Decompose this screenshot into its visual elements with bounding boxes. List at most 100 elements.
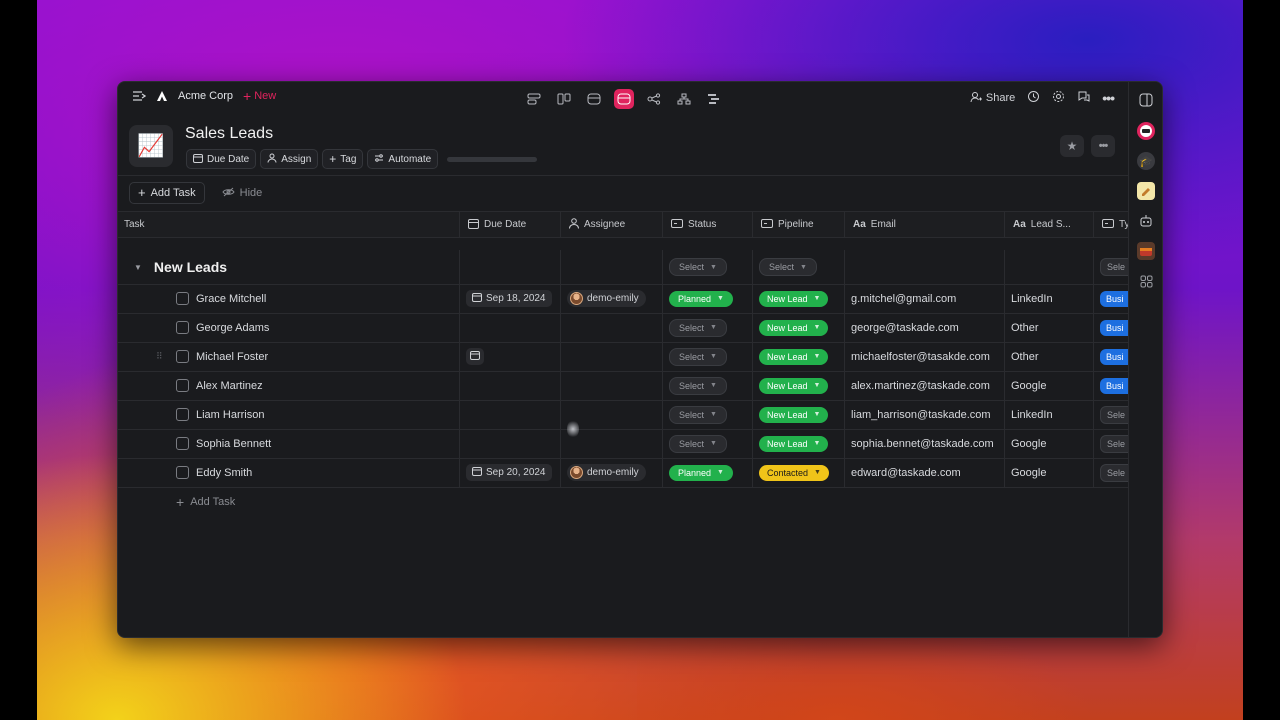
lead-source-cell[interactable]: Google bbox=[1004, 429, 1093, 458]
status-select[interactable]: Select ▼ bbox=[669, 376, 727, 395]
drag-handle-icon[interactable]: ⠿ bbox=[156, 351, 163, 362]
column-header-pipeline[interactable]: Pipeline bbox=[752, 212, 844, 237]
assignee-cell[interactable]: demo-emily bbox=[560, 458, 662, 487]
task-cell[interactable]: Grace Mitchell bbox=[118, 284, 459, 313]
new-button[interactable]: + New bbox=[243, 89, 276, 103]
ai-agent-avatar-icon[interactable] bbox=[1137, 122, 1155, 140]
type-select[interactable]: Sele bbox=[1100, 405, 1128, 424]
status-select[interactable]: Planned ▼ bbox=[669, 464, 733, 481]
panel-toggle-icon[interactable] bbox=[1137, 91, 1155, 109]
assignee-cell[interactable] bbox=[560, 342, 662, 371]
due-date-cell[interactable]: Sep 20, 2024 bbox=[459, 458, 560, 487]
column-header-task[interactable]: Task bbox=[118, 212, 459, 237]
table-row[interactable]: Eddy Smith Sep 20, 2024 demo-emily Planned ▼… bbox=[118, 458, 1128, 488]
task-name[interactable]: Michael Foster bbox=[196, 351, 268, 363]
status-select[interactable]: Select ▼ bbox=[669, 434, 727, 453]
pipeline-select[interactable]: New Lead ▼ bbox=[759, 435, 829, 452]
task-checkbox[interactable] bbox=[176, 466, 189, 479]
task-checkbox[interactable] bbox=[176, 292, 189, 305]
task-cell[interactable]: Eddy Smith bbox=[118, 458, 459, 487]
pipeline-select[interactable]: New Lead ▼ bbox=[759, 319, 829, 336]
type-cell[interactable]: Sele bbox=[1093, 400, 1128, 429]
task-name[interactable]: Eddy Smith bbox=[196, 467, 252, 479]
pipeline-cell[interactable]: New Lead ▼ bbox=[752, 400, 844, 429]
task-checkbox[interactable] bbox=[176, 437, 189, 450]
type-select[interactable]: Busi bbox=[1100, 290, 1128, 307]
column-header-status[interactable]: Status bbox=[662, 212, 752, 237]
type-cell[interactable]: Sele bbox=[1093, 429, 1128, 458]
mindmap-view-icon[interactable] bbox=[644, 89, 664, 109]
due-date-cell[interactable] bbox=[459, 429, 560, 458]
pipeline-select[interactable]: New Lead ▼ bbox=[759, 290, 829, 307]
column-header-type[interactable]: Ty bbox=[1093, 212, 1130, 237]
workspace-name[interactable]: Acme Corp bbox=[178, 90, 233, 102]
task-checkbox[interactable] bbox=[176, 350, 189, 363]
table-row[interactable]: ⠿ Michael Foster Select ▼ New Lead ▼ michaelfo… bbox=[118, 342, 1128, 372]
lead-source-cell[interactable]: Google bbox=[1004, 371, 1093, 400]
task-checkbox[interactable] bbox=[176, 379, 189, 392]
comments-icon[interactable] bbox=[1077, 90, 1090, 106]
settings-gear-icon[interactable] bbox=[1052, 90, 1065, 106]
project-more-icon[interactable]: ••• bbox=[1091, 135, 1115, 157]
column-header-assignee[interactable]: Assignee bbox=[560, 212, 662, 237]
pipeline-cell[interactable]: New Lead ▼ bbox=[752, 342, 844, 371]
status-select[interactable]: Planned ▼ bbox=[669, 290, 733, 307]
lead-source-cell[interactable]: Google bbox=[1004, 458, 1093, 487]
group-pipeline-select[interactable]: Select ▼ bbox=[759, 258, 817, 276]
type-cell[interactable]: Busi bbox=[1093, 371, 1128, 400]
lead-source-cell[interactable]: Other bbox=[1004, 342, 1093, 371]
assignee-chip[interactable]: demo-emily bbox=[567, 464, 646, 481]
status-cell[interactable]: Planned ▼ bbox=[662, 284, 752, 313]
assignee-cell[interactable] bbox=[560, 313, 662, 342]
lead-source-cell[interactable]: LinkedIn bbox=[1004, 284, 1093, 313]
type-select[interactable]: Sele bbox=[1100, 434, 1128, 453]
apps-grid-icon[interactable] bbox=[1137, 272, 1155, 290]
assignee-chip[interactable]: demo-emily bbox=[567, 290, 646, 307]
type-select[interactable]: Busi bbox=[1100, 348, 1128, 365]
pipeline-select[interactable]: Contacted ▼ bbox=[759, 464, 829, 481]
sidebar-toggle-icon[interactable] bbox=[132, 90, 146, 102]
type-select[interactable]: Sele bbox=[1100, 463, 1128, 482]
add-task-button[interactable]: + Add Task bbox=[129, 182, 205, 204]
task-name[interactable]: George Adams bbox=[196, 322, 269, 334]
favorite-star-icon[interactable]: ★ bbox=[1060, 135, 1084, 157]
table-row[interactable]: Sophia Bennett Select ▼ New Lead ▼ sophia.ben… bbox=[118, 429, 1128, 459]
email-cell[interactable]: g.mitchel@gmail.com bbox=[844, 284, 1004, 313]
lead-source-cell[interactable]: Other bbox=[1004, 313, 1093, 342]
type-cell[interactable]: Sele bbox=[1093, 458, 1128, 487]
email-cell[interactable]: george@taskade.com bbox=[844, 313, 1004, 342]
due-date-chip[interactable]: Due Date bbox=[186, 149, 257, 169]
table-row[interactable]: George Adams Select ▼ New Lead ▼ george@taska… bbox=[118, 313, 1128, 343]
status-cell[interactable]: Select ▼ bbox=[662, 342, 752, 371]
status-cell[interactable]: Planned ▼ bbox=[662, 458, 752, 487]
collapse-caret-icon[interactable]: ▼ bbox=[134, 263, 142, 272]
assignee-cell[interactable] bbox=[560, 371, 662, 400]
task-name[interactable]: Grace Mitchell bbox=[196, 293, 266, 305]
gantt-view-icon[interactable] bbox=[704, 89, 724, 109]
due-date-cell[interactable] bbox=[459, 313, 560, 342]
project-title[interactable]: Sales Leads bbox=[185, 125, 273, 143]
hide-button[interactable]: Hide bbox=[213, 182, 272, 204]
assign-chip[interactable]: Assign bbox=[260, 149, 319, 169]
email-cell[interactable]: edward@taskade.com bbox=[844, 458, 1004, 487]
task-cell[interactable]: Alex Martinez bbox=[118, 371, 459, 400]
lead-source-cell[interactable]: LinkedIn bbox=[1004, 400, 1093, 429]
pipeline-select[interactable]: New Lead ▼ bbox=[759, 377, 829, 394]
org-chart-view-icon[interactable] bbox=[674, 89, 694, 109]
task-cell[interactable]: George Adams bbox=[118, 313, 459, 342]
column-header-due-date[interactable]: Due Date bbox=[459, 212, 560, 237]
graduation-cap-icon[interactable]: 🎓 bbox=[1137, 152, 1155, 170]
due-date-cell[interactable] bbox=[459, 342, 560, 371]
task-checkbox[interactable] bbox=[176, 408, 189, 421]
table-row[interactable]: Liam Harrison Select ▼ New Lead ▼ liam_harris… bbox=[118, 400, 1128, 430]
add-date-button[interactable] bbox=[466, 348, 484, 365]
notes-icon[interactable] bbox=[1137, 182, 1155, 200]
type-cell[interactable]: Busi bbox=[1093, 284, 1128, 313]
group-type-select[interactable]: Sele bbox=[1100, 258, 1128, 276]
task-name[interactable]: Alex Martinez bbox=[196, 380, 263, 392]
task-cell[interactable]: Sophia Bennett bbox=[118, 429, 459, 458]
table-view-icon[interactable] bbox=[614, 89, 634, 109]
task-checkbox[interactable] bbox=[176, 321, 189, 334]
add-task-footer-button[interactable]: + Add Task bbox=[176, 495, 235, 509]
task-cell[interactable]: ⠿ Michael Foster bbox=[118, 342, 459, 371]
